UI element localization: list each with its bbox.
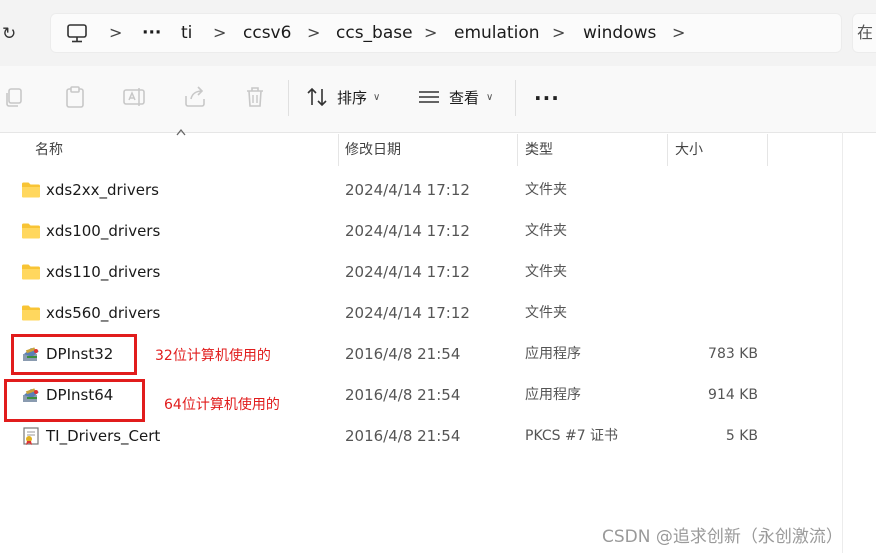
file-name: xds100_drivers xyxy=(46,222,161,240)
file-type: 文件夹 xyxy=(525,182,567,198)
file-type: 文件夹 xyxy=(525,223,567,239)
annotation-box xyxy=(4,379,145,422)
watermark: CSDN @追求创新（永创激流） xyxy=(602,527,843,547)
file-type: 文件夹 xyxy=(525,264,567,280)
chevron-right-icon[interactable]: > xyxy=(307,13,320,53)
computer-icon[interactable] xyxy=(66,23,88,43)
file-size xyxy=(650,170,758,211)
file-name: xds2xx_drivers xyxy=(46,181,159,199)
breadcrumb-item-ccsv6[interactable]: ccsv6 xyxy=(243,13,291,53)
rename-icon[interactable] xyxy=(121,84,147,110)
file-row[interactable]: xds100_drivers 2024/4/14 17:12 文件夹 xyxy=(0,211,842,252)
folder-icon xyxy=(22,223,40,239)
folder-icon xyxy=(22,182,40,198)
chevron-right-icon[interactable]: > xyxy=(552,13,565,53)
file-name: xds110_drivers xyxy=(46,263,161,281)
folder-icon xyxy=(22,305,40,321)
file-size xyxy=(650,252,758,293)
annotation-note: 32位计算机使用的 xyxy=(155,348,271,364)
annotation-box xyxy=(11,334,137,375)
sort-label: 排序 xyxy=(337,89,368,107)
search-placeholder: 在 xyxy=(857,23,874,42)
view-label: 查看 xyxy=(449,89,480,107)
certificate-icon xyxy=(23,427,39,445)
breadcrumb[interactable]: > ··· ti > ccsv6 > ccs_base > emulation … xyxy=(50,13,842,53)
chevron-right-icon[interactable]: > xyxy=(672,13,685,53)
column-divider[interactable] xyxy=(667,134,668,166)
pane-divider xyxy=(842,132,843,553)
toolbar-divider xyxy=(288,80,289,116)
file-size: 5 KB xyxy=(725,428,758,444)
column-header-size[interactable]: 大小 xyxy=(675,134,760,166)
file-size: 914 KB xyxy=(708,387,758,403)
refresh-icon[interactable]: ↻ xyxy=(2,22,24,46)
file-modified: 2024/4/14 17:12 xyxy=(345,304,470,322)
view-icon xyxy=(419,91,439,103)
more-options-button[interactable]: ··· xyxy=(534,86,560,110)
file-row[interactable]: xds2xx_drivers 2024/4/14 17:12 文件夹 xyxy=(0,170,842,211)
sort-icon xyxy=(307,87,327,107)
file-modified: 2024/4/14 17:12 xyxy=(345,181,470,199)
view-button[interactable]: 查看 ∨ xyxy=(418,82,498,114)
file-name: xds560_drivers xyxy=(46,304,161,322)
file-modified: 2016/4/8 21:54 xyxy=(345,345,461,363)
column-divider[interactable] xyxy=(338,134,339,166)
chevron-right-icon[interactable]: > xyxy=(213,13,226,53)
sort-button[interactable]: 排序 ∨ xyxy=(306,82,388,114)
file-modified: 2016/4/8 21:54 xyxy=(345,427,461,445)
paste-icon[interactable] xyxy=(62,84,88,110)
annotation-note: 64位计算机使用的 xyxy=(164,397,280,413)
file-type: 文件夹 xyxy=(525,305,567,321)
file-name: TI_Drivers_Cert xyxy=(46,427,161,445)
column-header-type[interactable]: 类型 xyxy=(525,134,660,166)
chevron-down-icon: ∨ xyxy=(486,92,494,103)
column-divider[interactable] xyxy=(767,134,768,166)
breadcrumb-item-ti[interactable]: ti xyxy=(181,13,192,53)
column-header-modified[interactable]: 修改日期 xyxy=(345,134,510,166)
file-type: 应用程序 xyxy=(525,387,581,403)
toolbar-divider xyxy=(515,80,516,116)
column-divider[interactable] xyxy=(517,134,518,166)
file-row[interactable]: xds110_drivers 2024/4/14 17:12 文件夹 xyxy=(0,252,842,293)
breadcrumb-item-ccs-base[interactable]: ccs_base xyxy=(336,13,413,53)
copy-icon[interactable] xyxy=(2,84,28,110)
file-size: 783 KB xyxy=(708,346,758,362)
chevron-right-icon[interactable]: > xyxy=(424,13,437,53)
share-icon[interactable] xyxy=(182,84,208,110)
file-modified: 2016/4/8 21:54 xyxy=(345,386,461,404)
command-bar: 排序 ∨ 查看 ∨ xyxy=(0,66,876,133)
breadcrumb-overflow[interactable]: ··· xyxy=(142,13,161,53)
file-modified: 2024/4/14 17:12 xyxy=(345,263,470,281)
file-modified: 2024/4/14 17:12 xyxy=(345,222,470,240)
file-type: 应用程序 xyxy=(525,346,581,362)
file-size xyxy=(650,211,758,252)
file-size xyxy=(650,293,758,334)
file-type: PKCS #7 证书 xyxy=(525,428,619,444)
file-row[interactable]: TI_Drivers_Cert 2016/4/8 21:54 PKCS #7 证… xyxy=(0,416,842,457)
breadcrumb-item-emulation[interactable]: emulation xyxy=(454,13,540,53)
chevron-right-icon[interactable]: > xyxy=(109,13,122,53)
folder-icon xyxy=(22,264,40,280)
chevron-down-icon: ∨ xyxy=(373,92,381,103)
search-input[interactable]: 在 xyxy=(852,13,876,53)
breadcrumb-item-windows[interactable]: windows xyxy=(583,13,656,53)
delete-icon[interactable] xyxy=(242,84,268,110)
column-header-name[interactable]: 名称 xyxy=(35,134,335,166)
file-row[interactable]: xds560_drivers 2024/4/14 17:12 文件夹 xyxy=(0,293,842,334)
address-bar-area: ↻ > ··· ti > ccsv6 > ccs_base > emulatio… xyxy=(0,0,876,66)
